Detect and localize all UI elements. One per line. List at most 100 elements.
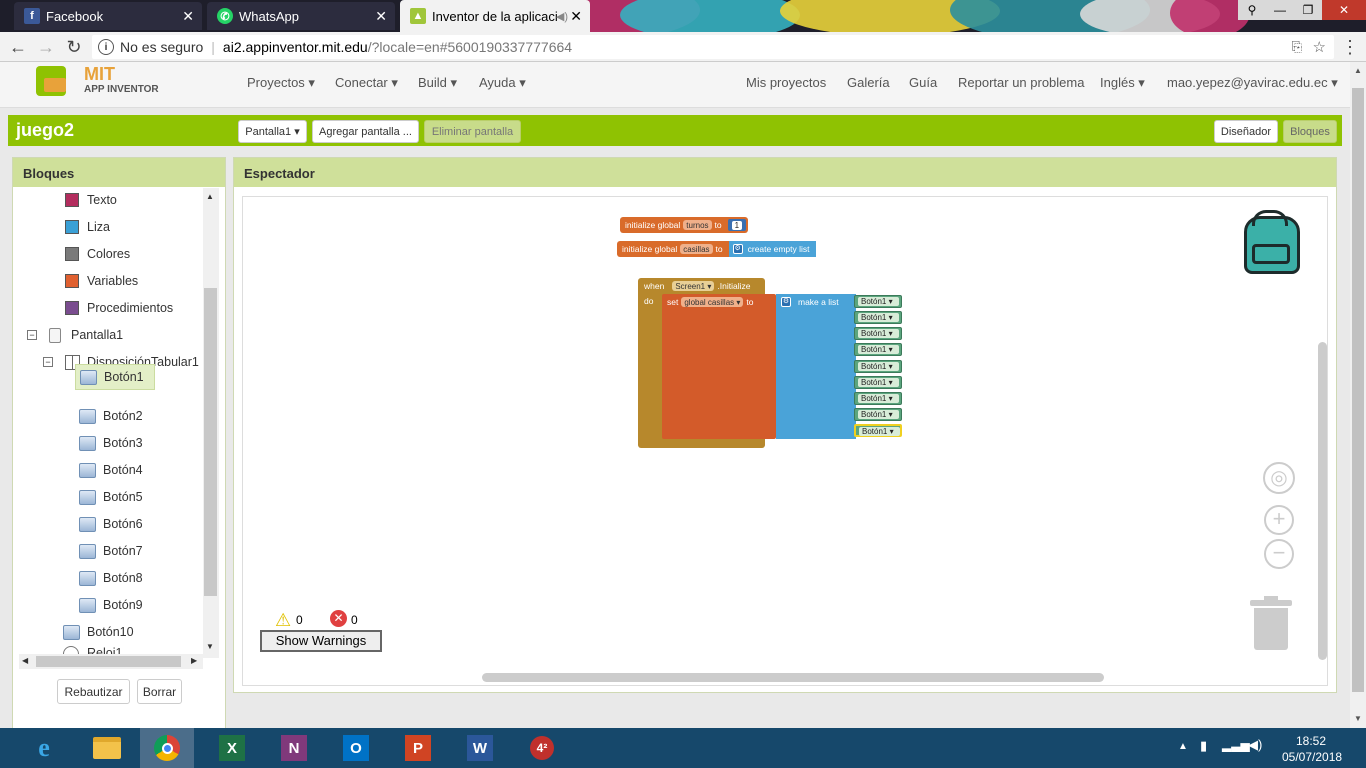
tab-app-inventor[interactable]: ▲ Inventor de la aplicaci ◀) ✕ bbox=[400, 0, 590, 32]
chrome-icon[interactable] bbox=[140, 728, 194, 768]
button-reference-block[interactable]: Botón1 ▾ bbox=[854, 343, 902, 356]
reload-icon[interactable]: ↻ bbox=[64, 37, 84, 58]
menu-icon[interactable]: ⋮ bbox=[1340, 37, 1360, 58]
link-reportar[interactable]: Reportar un problema bbox=[958, 75, 1084, 90]
scroll-right-icon[interactable]: ▶ bbox=[191, 656, 197, 665]
scroll-down-icon[interactable]: ▼ bbox=[206, 642, 214, 651]
add-screen-button[interactable]: Agregar pantalla ... bbox=[312, 120, 419, 143]
scroll-left-icon[interactable]: ◀ bbox=[22, 656, 28, 665]
make-a-list-block[interactable] bbox=[776, 294, 856, 439]
screen-dropdown[interactable]: Pantalla1 ▾ bbox=[238, 120, 307, 143]
blocks-button[interactable]: Bloques bbox=[1283, 120, 1337, 143]
show-warnings-button[interactable]: Show Warnings bbox=[260, 630, 382, 652]
menu-ayuda[interactable]: Ayuda ▾ bbox=[479, 75, 526, 91]
link-galeria[interactable]: Galería bbox=[847, 75, 890, 90]
create-empty-list-block[interactable]: ⚙ create empty list bbox=[728, 241, 816, 257]
app-inventor-logo-icon[interactable] bbox=[36, 66, 66, 96]
backpack-icon[interactable] bbox=[1240, 208, 1306, 276]
gear-icon[interactable]: ⚙ bbox=[732, 244, 743, 254]
link-mis-proyectos[interactable]: Mis proyectos bbox=[746, 75, 826, 90]
component-dropdown[interactable]: Botón1 ▾ bbox=[858, 345, 899, 354]
tree-button-3[interactable]: Botón3 bbox=[79, 431, 143, 455]
volume-icon[interactable]: ◀) bbox=[1248, 737, 1262, 753]
tree-horizontal-scrollbar[interactable]: ◀ ▶ bbox=[19, 654, 203, 669]
component-dropdown[interactable]: Botón1 ▾ bbox=[858, 378, 899, 387]
set-global-casillas-block[interactable] bbox=[662, 294, 776, 439]
button-reference-block[interactable]: Botón1 ▾ bbox=[854, 408, 902, 421]
tree-button-7[interactable]: Botón7 bbox=[79, 539, 143, 563]
close-icon[interactable]: ✕ bbox=[570, 8, 582, 25]
component-dropdown[interactable]: Screen1 ▾ bbox=[672, 281, 715, 291]
tree-button-10[interactable]: Botón10 bbox=[63, 620, 134, 644]
button-reference-block[interactable]: Botón1 ▾ bbox=[854, 360, 902, 373]
delete-button[interactable]: Borrar bbox=[137, 679, 182, 704]
info-icon[interactable]: i bbox=[98, 39, 114, 55]
close-icon[interactable]: ✕ bbox=[375, 8, 387, 25]
menu-idioma[interactable]: Inglés ▾ bbox=[1100, 75, 1145, 91]
center-icon[interactable]: ◎ bbox=[1263, 462, 1295, 494]
tree-button-6[interactable]: Botón6 bbox=[79, 512, 143, 536]
menu-build[interactable]: Build ▾ bbox=[418, 75, 457, 91]
component-dropdown[interactable]: Botón1 ▾ bbox=[859, 427, 900, 436]
battery-icon[interactable]: ▮ bbox=[1200, 738, 1207, 754]
scrollbar-thumb[interactable] bbox=[36, 656, 181, 667]
variable-name-field[interactable]: casillas bbox=[680, 244, 713, 254]
scroll-up-icon[interactable]: ▲ bbox=[206, 192, 214, 201]
clock-date[interactable]: 05/07/2018 bbox=[1282, 750, 1342, 764]
show-hidden-icons[interactable]: ▲ bbox=[1178, 741, 1188, 752]
variable-dropdown[interactable]: global casillas ▾ bbox=[681, 297, 744, 307]
tree-button-4[interactable]: Botón4 bbox=[79, 458, 143, 482]
translate-icon[interactable]: ⎘ bbox=[1292, 39, 1302, 55]
menu-proyectos[interactable]: Proyectos ▾ bbox=[247, 75, 315, 91]
gear-icon[interactable]: ⚙ bbox=[781, 297, 791, 307]
button-reference-block-selected[interactable]: Botón1 ▾ bbox=[854, 424, 902, 437]
blocks-workspace[interactable] bbox=[242, 196, 1328, 686]
builtin-colores[interactable]: Colores bbox=[65, 242, 130, 266]
scroll-up-icon[interactable]: ▲ bbox=[1354, 66, 1362, 75]
remove-screen-button[interactable]: Eliminar pantalla bbox=[424, 120, 521, 143]
minimize-button[interactable]: — bbox=[1266, 0, 1294, 20]
menu-account[interactable]: mao.yepez@yavirac.edu.ec ▾ bbox=[1167, 75, 1338, 91]
zoom-in-icon[interactable]: + bbox=[1264, 505, 1294, 535]
number-value[interactable]: 1 bbox=[731, 220, 743, 230]
file-explorer-icon[interactable] bbox=[91, 732, 123, 764]
trash-icon[interactable] bbox=[1250, 596, 1292, 652]
close-window-button[interactable]: ✕ bbox=[1322, 0, 1366, 20]
tree-button-5[interactable]: Botón5 bbox=[79, 485, 143, 509]
button-reference-block[interactable]: Botón1 ▾ bbox=[854, 392, 902, 405]
builtin-texto[interactable]: Texto bbox=[65, 188, 117, 212]
init-global-turnos-block[interactable]: initialize global turnos to 1 bbox=[620, 217, 749, 233]
rename-button[interactable]: Rebautizar bbox=[57, 679, 130, 704]
tab-facebook[interactable]: f Facebook ✕ bbox=[14, 2, 202, 30]
star-icon[interactable]: ☆ bbox=[1313, 38, 1326, 56]
init-global-casillas-block[interactable]: initialize global casillas to ⚙ create em… bbox=[617, 241, 816, 257]
workspace-horizontal-scrollbar[interactable] bbox=[482, 673, 1104, 682]
back-icon[interactable]: ← bbox=[8, 37, 28, 58]
component-dropdown[interactable]: Botón1 ▾ bbox=[858, 394, 899, 403]
button-reference-block[interactable]: Botón1 ▾ bbox=[854, 376, 902, 389]
user-icon[interactable]: ⚲ bbox=[1238, 0, 1266, 20]
clock-time[interactable]: 18:52 bbox=[1296, 734, 1326, 748]
maximize-button[interactable]: ❐ bbox=[1294, 0, 1322, 20]
button-reference-block[interactable]: Botón1 ▾ bbox=[854, 295, 902, 308]
workspace-vertical-scrollbar[interactable] bbox=[1318, 342, 1327, 660]
collapse-icon[interactable]: − bbox=[27, 330, 37, 340]
button-reference-block[interactable]: Botón1 ▾ bbox=[854, 311, 902, 324]
tab-whatsapp[interactable]: ✆ WhatsApp ✕ bbox=[207, 2, 395, 30]
network-icon[interactable]: ▂▃▅ bbox=[1222, 738, 1250, 752]
builtin-variables[interactable]: Variables bbox=[65, 269, 138, 293]
url-field[interactable]: i No es seguro | ai2.appinventor.mit.edu… bbox=[92, 35, 1334, 59]
powerpoint-icon[interactable]: P bbox=[402, 732, 434, 764]
tree-button-8[interactable]: Botón8 bbox=[79, 566, 143, 590]
component-dropdown[interactable]: Botón1 ▾ bbox=[858, 313, 899, 322]
component-dropdown[interactable]: Botón1 ▾ bbox=[858, 297, 899, 306]
tree-screen[interactable]: − Pantalla1 bbox=[27, 323, 123, 347]
variable-name-field[interactable]: turnos bbox=[683, 220, 712, 230]
button-reference-block[interactable]: Botón1 ▾ bbox=[854, 327, 902, 340]
onenote-icon[interactable]: N bbox=[278, 732, 310, 764]
tree-vertical-scrollbar[interactable]: ▲ ▼ bbox=[203, 188, 219, 658]
internet-explorer-icon[interactable]: e bbox=[28, 732, 60, 764]
collapse-icon[interactable]: − bbox=[43, 357, 53, 367]
tree-button-1[interactable]: Botón1 bbox=[75, 364, 155, 390]
word-icon[interactable]: W bbox=[464, 732, 496, 764]
